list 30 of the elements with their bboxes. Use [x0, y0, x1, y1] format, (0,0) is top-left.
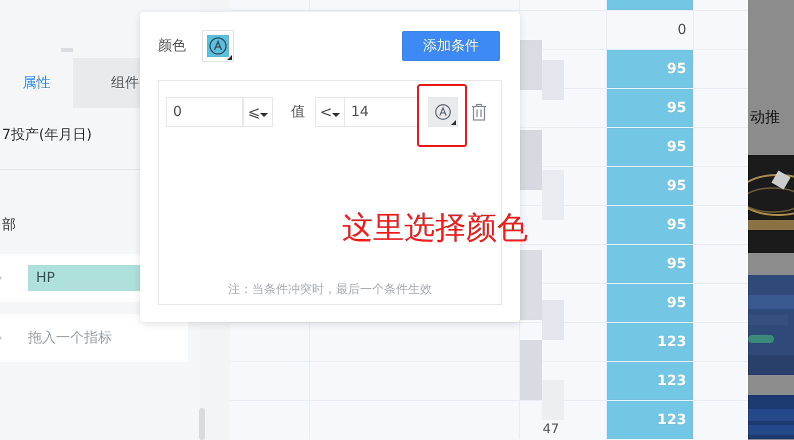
value-label: 值: [291, 103, 305, 121]
value-cell: 95: [607, 284, 694, 322]
letter-a-icon: [433, 102, 453, 122]
operator-dropdown[interactable]: ⩽: [243, 97, 273, 127]
table-cell: 47: [542, 423, 560, 439]
field-label: 7投产(年月日): [2, 126, 92, 144]
min-input[interactable]: 0: [166, 97, 243, 127]
annotation-text: 这里选择颜色: [342, 209, 528, 248]
max-input[interactable]: 14: [345, 97, 419, 127]
group-label: 部: [2, 216, 16, 234]
operator-dropdown[interactable]: <: [315, 97, 345, 127]
value-cell: 123: [607, 362, 694, 400]
value-cell: 95: [607, 89, 694, 127]
value-cell: 123: [607, 323, 694, 361]
scrollbar[interactable]: [199, 408, 205, 440]
value-cell: 123: [607, 401, 694, 439]
value-cell: 95: [607, 50, 694, 88]
color-picker[interactable]: [428, 97, 458, 127]
value-cell: 95: [607, 206, 694, 244]
drag-handle-icon[interactable]: [61, 48, 73, 52]
drop-zone-hint: 拖入一个指标: [28, 329, 112, 347]
color-label: 颜色: [158, 37, 186, 55]
value-cell: 95: [607, 128, 694, 166]
note-text: 注：当条件冲突时，最后一个条件生效: [227, 281, 433, 298]
value-cell: 95: [607, 245, 694, 283]
section-heading: 动推: [750, 108, 780, 127]
value-cell: 95: [607, 167, 694, 205]
color-picker[interactable]: [202, 30, 234, 62]
trash-icon[interactable]: [471, 103, 487, 121]
highlight-frame: [417, 84, 467, 147]
